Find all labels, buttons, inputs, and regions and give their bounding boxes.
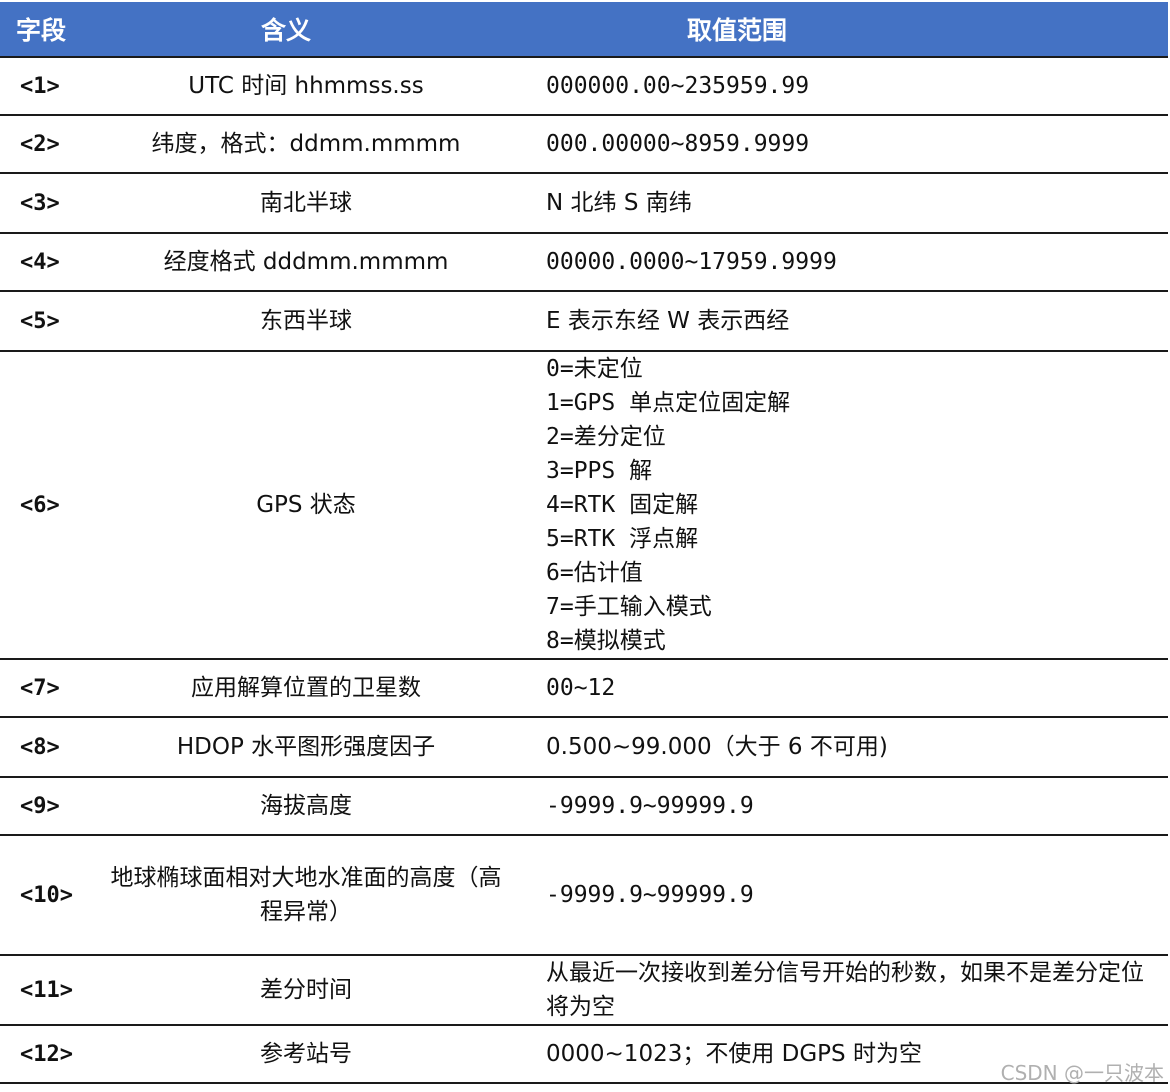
- field-cell: <8>: [0, 717, 86, 778]
- range-value: N 北纬 S 南纬: [546, 190, 692, 216]
- range-cell: 000.00000~8959.9999: [536, 115, 1168, 174]
- table-row: <10> 地球椭球面相对大地水准面的高度（高程异常） -9999.9~99999.9: [0, 835, 1168, 956]
- table-row: <7> 应用解算位置的卫星数 00~12: [0, 659, 1168, 718]
- range-cell: 0.500~99.000（大于 6 不可用): [536, 717, 1168, 778]
- meaning-cell: 纬度，格式：ddmm.mmmm: [86, 115, 536, 174]
- table-row: <5> 东西半球 E 表示东经 W 表示西经: [0, 291, 1168, 352]
- table-row: <11> 差分时间 从最近一次接收到差分信号开始的秒数，如果不是差分定位将为空: [0, 955, 1168, 1026]
- field-cell: <3>: [0, 173, 86, 234]
- range-value: 00~12: [546, 675, 616, 701]
- table-body: <1> UTC 时间 hhmmss.ss 000000.00~235959.99 <2…: [0, 56, 1168, 1084]
- table-row: <2> 纬度，格式：ddmm.mmmm 000.00000~8959.9999: [0, 115, 1168, 174]
- range-value: 6=估计值: [546, 560, 643, 586]
- range-value: 0=未定位: [546, 356, 643, 382]
- range-value: 1=GPS 单点定位固定解: [546, 390, 791, 416]
- meaning-cell: 应用解算位置的卫星数: [86, 659, 536, 718]
- meaning-cell: GPS 状态: [86, 351, 536, 660]
- meaning-cell: UTC 时间 hhmmss.ss: [86, 56, 536, 116]
- range-value: 8=模拟模式: [546, 628, 666, 654]
- range-value: 从最近一次接收到差分信号开始的秒数，如果不是差分定位将为空: [546, 960, 1144, 1020]
- range-value: -9999.9~99999.9: [546, 793, 754, 819]
- range-cell: 000000.00~235959.99: [536, 56, 1168, 116]
- table-row: <12> 参考站号 0000~1023；不使用 DGPS 时为空: [0, 1025, 1168, 1084]
- meaning-cell: 经度格式 dddmm.mmmm: [86, 233, 536, 292]
- range-cell: 0=未定位 1=GPS 单点定位固定解 2=差分定位 3=PPS 解 4=RTK 固定解…: [536, 351, 1168, 660]
- meaning-cell: 差分时间: [86, 955, 536, 1026]
- range-value: 000.00000~8959.9999: [546, 131, 810, 157]
- meaning-cell: 南北半球: [86, 173, 536, 234]
- range-value: 000000.00~235959.99: [546, 73, 810, 99]
- table-row: <1> UTC 时间 hhmmss.ss 000000.00~235959.99: [0, 56, 1168, 116]
- header-row: 字段 含义 取值范围: [0, 2, 1168, 57]
- meaning-cell: 海拔高度: [86, 777, 536, 836]
- range-cell: -9999.9~99999.9: [536, 835, 1168, 956]
- field-cell: <10>: [0, 835, 86, 956]
- field-cell: <1>: [0, 56, 86, 116]
- range-value: -9999.9~99999.9: [546, 882, 754, 908]
- range-value: 7=手工输入模式: [546, 594, 712, 620]
- header-meaning: 含义: [86, 2, 536, 57]
- header-field: 字段: [0, 2, 86, 57]
- meaning-cell: 东西半球: [86, 291, 536, 352]
- field-cell: <2>: [0, 115, 86, 174]
- range-value: 3=PPS 解: [546, 458, 653, 484]
- table-row: <8> HDOP 水平图形强度因子 0.500~99.000（大于 6 不可用): [0, 717, 1168, 778]
- range-cell: 00~12: [536, 659, 1168, 718]
- field-cell: <6>: [0, 351, 86, 660]
- nmea-field-table: 字段 含义 取值范围 <1> UTC 时间 hhmmss.ss 000000.00~…: [0, 2, 1168, 1084]
- field-cell: <12>: [0, 1025, 86, 1084]
- range-cell: N 北纬 S 南纬: [536, 173, 1168, 234]
- range-value: 2=差分定位: [546, 424, 666, 450]
- range-value: 4=RTK 固定解: [546, 492, 699, 518]
- field-cell: <9>: [0, 777, 86, 836]
- range-cell: -9999.9~99999.9: [536, 777, 1168, 836]
- watermark: CSDN @一只波本: [1000, 1061, 1164, 1085]
- header-range: 取值范围: [536, 2, 1168, 57]
- table-header: 字段 含义 取值范围: [0, 2, 1168, 57]
- range-value: E 表示东经 W 表示西经: [546, 308, 790, 334]
- range-value: 5=RTK 浮点解: [546, 526, 699, 552]
- range-cell: 从最近一次接收到差分信号开始的秒数，如果不是差分定位将为空: [536, 955, 1168, 1026]
- range-value: 00000.0000~17959.9999: [546, 249, 837, 275]
- table-row: <3> 南北半球 N 北纬 S 南纬: [0, 173, 1168, 234]
- field-cell: <4>: [0, 233, 86, 292]
- range-cell: E 表示东经 W 表示西经: [536, 291, 1168, 352]
- table-row: <9> 海拔高度 -9999.9~99999.9: [0, 777, 1168, 836]
- meaning-cell: HDOP 水平图形强度因子: [86, 717, 536, 778]
- field-cell: <11>: [0, 955, 86, 1026]
- field-cell: <7>: [0, 659, 86, 718]
- meaning-cell: 参考站号: [86, 1025, 536, 1084]
- table-row: <4> 经度格式 dddmm.mmmm 00000.0000~17959.9999: [0, 233, 1168, 292]
- table-row: <6> GPS 状态 0=未定位 1=GPS 单点定位固定解 2=差分定位 3=PPS 解…: [0, 351, 1168, 660]
- field-cell: <5>: [0, 291, 86, 352]
- range-cell: 00000.0000~17959.9999: [536, 233, 1168, 292]
- range-value: 0.500~99.000（大于 6 不可用): [546, 734, 888, 760]
- meaning-cell: 地球椭球面相对大地水准面的高度（高程异常）: [86, 835, 536, 956]
